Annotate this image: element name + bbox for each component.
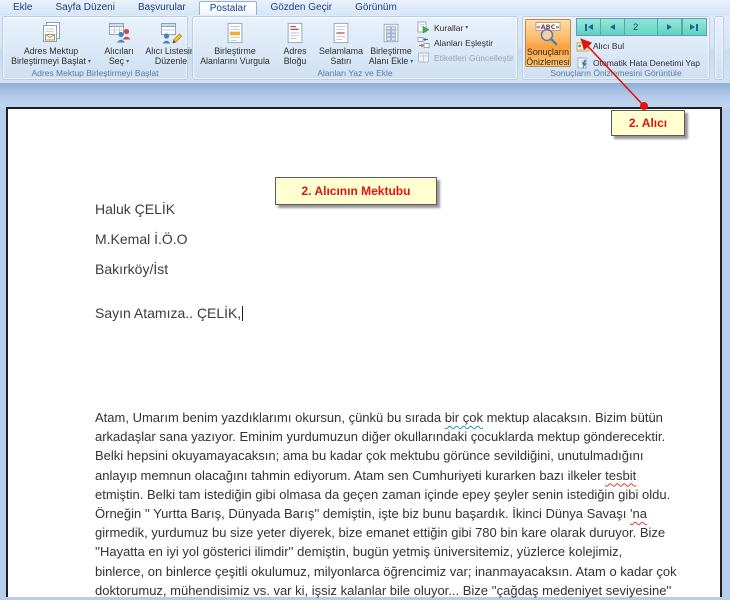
ribbon-group-cutoff <box>714 16 724 80</box>
group-write-insert-fields: Birleştirme Alanlarını Vurgula Adres Blo… <box>192 16 518 80</box>
address-block-button[interactable]: Adres Bloğu <box>275 18 315 67</box>
ribbon: Adres Mektup Birleştirmeyi Başlat ▾ Alıcı… <box>0 15 730 84</box>
letter-line: arkadaşlar sana yazıyor. Eminim yurdumuz… <box>95 429 666 445</box>
letter-salutation: Sayın Atamıza.. ÇELİK, <box>95 305 244 321</box>
dropdown-arrow-icon: ▾ <box>465 25 469 31</box>
group-label-preview-results: Sonuçların Önizlemesini Görüntüle <box>550 68 682 78</box>
word-window: { "tabs": [ {"label": "Ekle"}, {"label":… <box>0 0 730 600</box>
tab-sayfa-duzeni[interactable]: Sayfa Düzeni <box>45 1 124 15</box>
highlight-merge-fields-icon <box>224 19 246 46</box>
match-fields-icon <box>417 36 431 49</box>
select-recipients-icon <box>107 19 131 46</box>
group-start-mail-merge: Adres Mektup Birleştirmeyi Başlat ▾ Alıcı… <box>2 16 197 80</box>
group-label-start-mail-merge: Adres Mektup Birleştirmeyi Başlat <box>31 68 159 78</box>
letter-body: Atam, Umarım benim yazdıklarımı okursun,… <box>95 408 713 600</box>
rules-button[interactable]: Kurallar ▾ <box>415 20 521 35</box>
group-label-write-insert-fields: Alanları Yaz ve Ekle <box>317 68 393 78</box>
preview-results-icon: «ABC» <box>533 21 563 47</box>
greeting-line-button[interactable]: Selamlama Satırı <box>315 18 367 67</box>
letter-line: anlayıp memnun olacağını tahmin ediyorum… <box>95 467 637 483</box>
letter-line: Atam, Umarım benim yazdıklarımı okursun,… <box>95 410 663 425</box>
start-mail-merge-icon <box>39 19 63 46</box>
update-labels-button: Etiketleri Güncelleştir <box>415 50 521 65</box>
dropdown-arrow-icon: ▾ <box>87 59 91 65</box>
address-block-icon <box>284 19 306 46</box>
letter-line: etmiştin. Belki tam istediğin gibi olmas… <box>95 486 671 502</box>
tab-basvurular[interactable]: Başvurular <box>128 1 196 15</box>
first-record-button[interactable] <box>577 19 601 35</box>
update-labels-icon <box>417 51 431 64</box>
tab-postalar[interactable]: Postalar <box>198 1 258 15</box>
letter-line: binlerce, on binlerce çeşitli okulumuz, … <box>95 563 677 579</box>
tab-ekle[interactable]: Ekle <box>3 1 42 15</box>
record-navigator: 2 <box>576 18 707 36</box>
letter-line: Örneğin '' Yurtta Barış, Dünyada Barış''… <box>95 506 647 522</box>
last-record-icon <box>690 24 695 30</box>
dropdown-arrow-icon: ▾ <box>410 59 414 65</box>
edit-recipient-list-icon <box>159 19 183 46</box>
letter-line: doktorumuz, mühendisimiz vs. var ki, işs… <box>95 582 672 598</box>
insert-merge-field-icon <box>380 19 402 46</box>
letter-address-line: M.Kemal İ.Ö.O <box>95 231 188 247</box>
text-cursor <box>242 306 244 321</box>
dropdown-arrow-icon: ▾ <box>126 59 130 65</box>
tab-gozden-gecir[interactable]: Gözden Geçir <box>260 1 342 15</box>
letter-line: ''Hayatta en iyi yol gösterici ilimdir''… <box>95 544 623 560</box>
find-recipient-button[interactable]: Alıcı Bul <box>576 39 707 53</box>
tab-gorunum[interactable]: Görünüm <box>345 1 407 15</box>
next-record-button[interactable] <box>658 19 682 35</box>
last-record-button[interactable] <box>682 19 706 35</box>
letter-line: girmedik, yurdumuz bu size yeter diyerek… <box>95 525 666 541</box>
document-page[interactable]: 2. Alıcının Mektubu Haluk ÇELİK M.Kemal … <box>6 107 722 600</box>
window-background <box>0 84 730 108</box>
next-record-icon <box>667 24 672 30</box>
previous-record-icon <box>610 24 615 30</box>
letter-address-line: Haluk ÇELİK <box>95 201 176 217</box>
greeting-line-icon <box>330 19 352 46</box>
rules-icon <box>417 21 431 34</box>
first-record-icon <box>588 24 593 30</box>
letter-address-line: Bakırköy/İst <box>95 261 169 277</box>
previous-record-button[interactable] <box>601 19 625 35</box>
highlight-merge-fields-button[interactable]: Birleştirme Alanlarını Vurgula <box>195 18 275 67</box>
find-recipient-icon <box>576 40 590 53</box>
start-mail-merge-button[interactable]: Adres Mektup Birleştirmeyi Başlat ▾ <box>5 18 97 67</box>
letter-annotation-callout: 2. Alıcının Mektubu <box>275 177 437 205</box>
group-preview-results: «ABC» Sonuçların Önizlemesi 2 Alıcı Bul … <box>522 16 710 80</box>
record-number-field[interactable]: 2 <box>625 19 658 35</box>
ribbon-tab-bar: Ekle Sayfa Düzeni Başvurular Postalar Gö… <box>0 0 730 15</box>
preview-results-button[interactable]: «ABC» Sonuçların Önizlemesi <box>525 19 571 67</box>
letter-line: Belki hepsini okuyamayacaksın; ama bu ka… <box>95 448 644 464</box>
select-recipients-button[interactable]: Alıcıları Seç ▾ <box>97 18 141 67</box>
insert-merge-field-button[interactable]: Birleştirme Alanı Ekle ▾ <box>367 18 415 67</box>
recipient-annotation-callout: 2. Alıcı <box>611 110 685 136</box>
match-fields-button[interactable]: Alanları Eşleştir <box>415 35 521 50</box>
